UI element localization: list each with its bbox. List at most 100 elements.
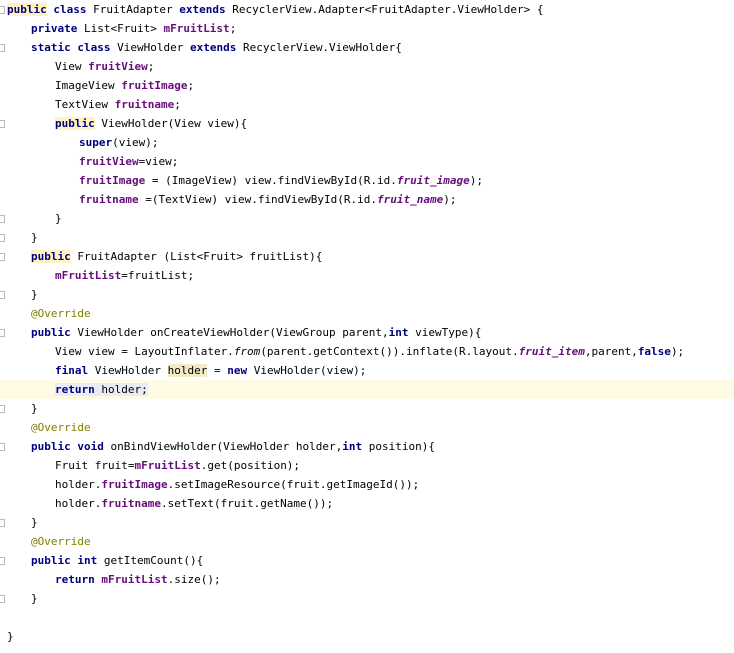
code-line-text: public FruitAdapter (List<Fruit> fruitLi… xyxy=(31,247,322,266)
code-line-text: fruitView=view; xyxy=(79,152,178,171)
code-token: } xyxy=(31,592,38,605)
code-line[interactable]: public FruitAdapter (List<Fruit> fruitLi… xyxy=(0,247,734,266)
code-line[interactable]: } xyxy=(0,285,734,304)
code-token: ViewHolder(view); xyxy=(247,364,367,377)
code-token: ,parent, xyxy=(584,345,638,358)
code-line[interactable]: static class ViewHolder extends Recycler… xyxy=(0,38,734,57)
code-line[interactable]: } xyxy=(0,589,734,608)
fold-marker-icon[interactable] xyxy=(0,291,5,299)
code-token: .size(); xyxy=(167,573,221,586)
code-line-text: @Override xyxy=(31,418,91,437)
code-line[interactable]: fruitImage = (ImageView) view.findViewBy… xyxy=(0,171,734,190)
code-line[interactable]: fruitname =(TextView) view.findViewById(… xyxy=(0,190,734,209)
code-line[interactable]: final ViewHolder holder = new ViewHolder… xyxy=(0,361,734,380)
fold-marker-icon[interactable] xyxy=(0,44,5,52)
code-token: ImageView xyxy=(55,79,122,92)
fold-marker-icon[interactable] xyxy=(0,120,5,128)
fold-marker-icon[interactable] xyxy=(0,253,5,261)
code-line-text: } xyxy=(31,513,38,532)
fold-marker-icon[interactable] xyxy=(0,557,5,565)
code-line[interactable]: Fruit fruit=mFruitList.get(position); xyxy=(0,456,734,475)
code-line[interactable]: private List<Fruit> mFruitList; xyxy=(0,19,734,38)
code-line[interactable]: public class FruitAdapter extends Recycl… xyxy=(0,0,734,19)
code-token: fruitname xyxy=(79,193,139,206)
code-token: RecyclerView.Adapter<FruitAdapter.ViewHo… xyxy=(225,3,544,16)
code-line-text: } xyxy=(31,589,38,608)
fold-marker-icon[interactable] xyxy=(0,595,5,603)
code-line[interactable]: public void onBindViewHolder(ViewHolder … xyxy=(0,437,734,456)
code-token: @Override xyxy=(31,535,91,548)
code-line[interactable]: holder.fruitname.setText(fruit.getName()… xyxy=(0,494,734,513)
code-token: (view); xyxy=(112,136,159,149)
code-line-text: holder.fruitname.setText(fruit.getName()… xyxy=(55,494,333,513)
code-token: @Override xyxy=(31,421,91,434)
code-line-text: @Override xyxy=(31,304,91,323)
code-token: FruitAdapter xyxy=(86,3,180,16)
code-line[interactable] xyxy=(0,608,734,627)
code-token: (parent.getContext()).inflate(R.layout. xyxy=(260,345,519,358)
code-token: .setImageResource(fruit.getImageId()); xyxy=(167,478,420,491)
fold-marker-icon[interactable] xyxy=(0,519,5,527)
code-line-text: public ViewHolder onCreateViewHolder(Vie… xyxy=(31,323,481,342)
code-line[interactable]: } xyxy=(0,627,734,646)
code-token: ViewHolder xyxy=(88,364,168,377)
code-token: fruitname xyxy=(101,497,161,510)
code-token: @Override xyxy=(31,307,91,320)
code-line-text: final ViewHolder holder = new ViewHolder… xyxy=(55,361,366,380)
code-line[interactable]: holder.fruitImage.setImageResource(fruit… xyxy=(0,475,734,494)
code-token: fruitView xyxy=(88,60,148,73)
code-token: int xyxy=(388,326,409,339)
code-line[interactable]: public int getItemCount(){ xyxy=(0,551,734,570)
code-token: public xyxy=(31,250,71,263)
code-line[interactable]: } xyxy=(0,513,734,532)
code-line[interactable]: } xyxy=(0,209,734,228)
code-token: holder. xyxy=(55,497,102,510)
current-code-line[interactable]: return holder; xyxy=(0,380,734,399)
code-token: =fruitList; xyxy=(121,269,195,282)
code-line-text: View view = LayoutInflater.from(parent.g… xyxy=(55,342,684,361)
code-token: super xyxy=(79,136,113,149)
code-token: extends xyxy=(179,3,226,16)
code-line[interactable]: } xyxy=(0,399,734,418)
fold-marker-icon[interactable] xyxy=(0,215,5,223)
code-editor[interactable]: public class FruitAdapter extends Recycl… xyxy=(0,0,734,653)
code-token: return xyxy=(55,573,95,586)
code-token: class xyxy=(77,41,111,54)
fold-marker-icon[interactable] xyxy=(0,443,5,451)
fold-marker-icon[interactable] xyxy=(0,6,5,14)
code-line[interactable]: View fruitView; xyxy=(0,57,734,76)
code-line[interactable]: public ViewHolder(View view){ xyxy=(0,114,734,133)
code-token: from xyxy=(233,345,261,358)
code-token: ; xyxy=(229,22,237,35)
code-line[interactable]: TextView fruitname; xyxy=(0,95,734,114)
code-line-text: View fruitView; xyxy=(55,57,154,76)
code-line[interactable]: super(view); xyxy=(0,133,734,152)
code-line[interactable]: fruitView=view; xyxy=(0,152,734,171)
code-token: return xyxy=(55,383,95,396)
code-line-text: static class ViewHolder extends Recycler… xyxy=(31,38,402,57)
code-line-text: TextView fruitname; xyxy=(55,95,181,114)
code-line[interactable]: View view = LayoutInflater.from(parent.g… xyxy=(0,342,734,361)
fold-marker-icon[interactable] xyxy=(0,234,5,242)
code-line-text: return holder; xyxy=(55,380,148,399)
code-token: fruitname xyxy=(114,98,175,111)
code-line[interactable]: ImageView fruitImage; xyxy=(0,76,734,95)
fold-marker-icon[interactable] xyxy=(0,405,5,413)
code-token: View view = LayoutInflater. xyxy=(55,345,234,358)
code-line[interactable]: @Override xyxy=(0,304,734,323)
code-line[interactable]: return mFruitList.size(); xyxy=(0,570,734,589)
code-line-text: mFruitList=fruitList; xyxy=(55,266,194,285)
code-line[interactable]: @Override xyxy=(0,418,734,437)
code-line[interactable]: @Override xyxy=(0,532,734,551)
code-token: ; xyxy=(187,79,195,92)
code-token: List<Fruit> xyxy=(77,22,164,35)
code-token: TextView xyxy=(55,98,115,111)
code-token: public xyxy=(31,554,71,567)
code-line[interactable]: public ViewHolder onCreateViewHolder(Vie… xyxy=(0,323,734,342)
code-line[interactable]: mFruitList=fruitList; xyxy=(0,266,734,285)
code-line[interactable]: } xyxy=(0,228,734,247)
fold-marker-icon[interactable] xyxy=(0,329,5,337)
code-token: ); xyxy=(670,345,685,358)
code-token: RecyclerView.ViewHolder{ xyxy=(236,41,402,54)
code-token: fruitView xyxy=(79,155,139,168)
